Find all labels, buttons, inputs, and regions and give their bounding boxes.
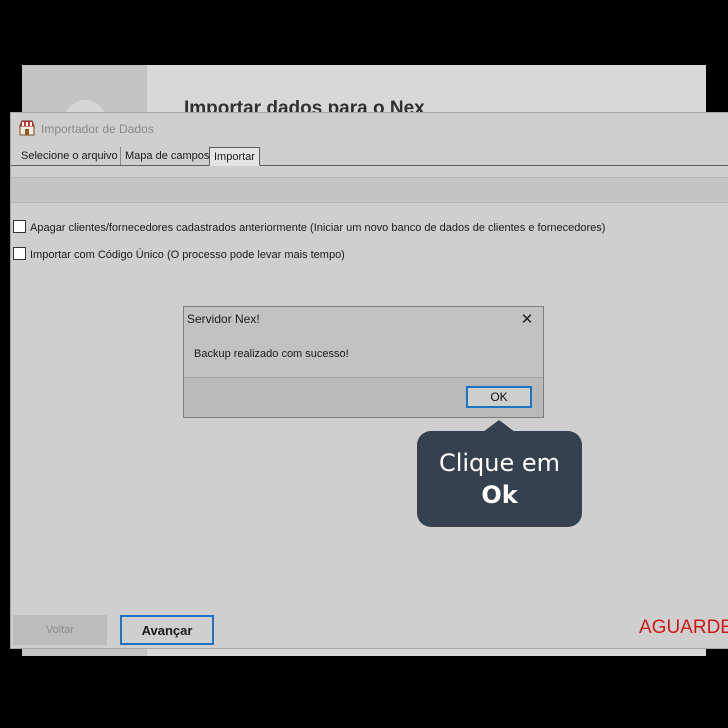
ok-button[interactable]: OK [466,386,532,408]
apagar-clientes-checkbox[interactable] [13,220,26,233]
tab-selecione-o-arquivo[interactable]: Selecione o arquivo [17,147,122,165]
codigo-unico-label: Importar com Código Único (O processo po… [30,249,345,261]
tab-importar[interactable]: Importar [209,147,260,166]
apagar-clientes-label: Apagar clientes/fornecedores cadastrados… [30,222,606,234]
codigo-unico-checkbox[interactable] [13,247,26,260]
status-text: AGUARDE [639,617,728,638]
option-codigo-unico[interactable]: Importar com Código Único (O processo po… [13,247,345,261]
callout-arrow [483,420,515,432]
option-apagar-clientes[interactable]: Apagar clientes/fornecedores cadastrados… [13,220,605,234]
close-icon[interactable]: ✕ [517,311,537,329]
callout-text-line1: Clique em [438,449,561,477]
back-button[interactable]: Voltar [13,615,107,645]
message-dialog: Servidor Nex! ✕ Backup realizado com suc… [183,306,544,418]
dialog-message: Backup realizado com sucesso! [194,348,349,360]
tab-mapa-de-campos[interactable]: Mapa de campos [120,147,213,165]
importer-titlebar: Importador de Dados [11,113,728,143]
dialog-footer: OK [184,377,543,417]
dialog-title: Servidor Nex! [187,312,260,326]
tutorial-callout: Clique em Ok [417,420,582,527]
importer-title: Importador de Dados [41,122,154,136]
next-button[interactable]: Avançar [120,615,214,645]
tab-bar: Selecione o arquivo Mapa de campos Impor… [11,147,728,166]
progress-area [11,177,728,203]
store-icon [19,120,35,136]
callout-text-line2: Ok [481,481,518,509]
